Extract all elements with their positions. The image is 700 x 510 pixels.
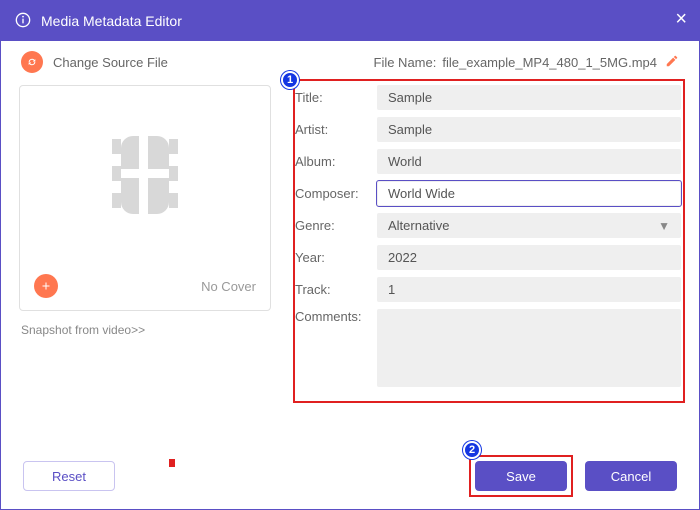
genre-value: Alternative (388, 218, 449, 233)
toolbar: Change Source File File Name: file_examp… (1, 41, 699, 77)
composer-label: Composer: (295, 186, 377, 201)
window-title: Media Metadata Editor (41, 13, 182, 29)
genre-label: Genre: (295, 218, 377, 233)
track-input[interactable] (377, 277, 681, 302)
album-input[interactable] (377, 149, 681, 174)
change-source-button[interactable]: Change Source File (53, 55, 168, 70)
save-button[interactable]: Save (475, 461, 567, 491)
genre-select[interactable]: Alternative ▼ (377, 213, 681, 238)
cover-column: No Cover Snapshot from video>> (19, 85, 279, 394)
year-label: Year: (295, 250, 377, 265)
year-input[interactable] (377, 245, 681, 270)
filename-value: file_example_MP4_480_1_5MG.mp4 (442, 55, 657, 70)
cover-box: No Cover (19, 85, 271, 311)
album-label: Album: (295, 154, 377, 169)
no-cover-label: No Cover (201, 279, 256, 294)
titlebar: Media Metadata Editor × (1, 1, 699, 41)
comments-textarea[interactable] (377, 309, 681, 387)
filename-label: File Name: (374, 55, 437, 70)
reset-button[interactable]: Reset (23, 461, 115, 491)
snapshot-from-video-link[interactable]: Snapshot from video>> (21, 323, 279, 337)
comments-label: Comments: (295, 309, 377, 324)
artist-label: Artist: (295, 122, 377, 137)
close-icon[interactable]: × (675, 9, 687, 29)
artist-input[interactable] (377, 117, 681, 142)
track-label: Track: (295, 282, 377, 297)
metadata-fields: 1 Title: Artist: Album: Composer: Genre:… (295, 85, 681, 394)
footer: Reset 2 Save Cancel (1, 455, 699, 497)
chevron-down-icon: ▼ (658, 219, 670, 233)
annotation-callout-2: 2 (463, 441, 481, 459)
cover-placeholder (20, 86, 270, 268)
pencil-icon[interactable] (665, 54, 679, 71)
annotation-callout-1: 1 (281, 71, 299, 89)
info-icon (15, 12, 31, 31)
title-label: Title: (295, 90, 377, 105)
annotation-frame-2: 2 Save (469, 455, 573, 497)
change-source-icon[interactable] (21, 51, 43, 73)
cancel-button[interactable]: Cancel (585, 461, 677, 491)
film-icon (106, 130, 184, 225)
composer-input[interactable] (377, 181, 681, 206)
add-cover-button[interactable] (34, 274, 58, 298)
title-input[interactable] (377, 85, 681, 110)
